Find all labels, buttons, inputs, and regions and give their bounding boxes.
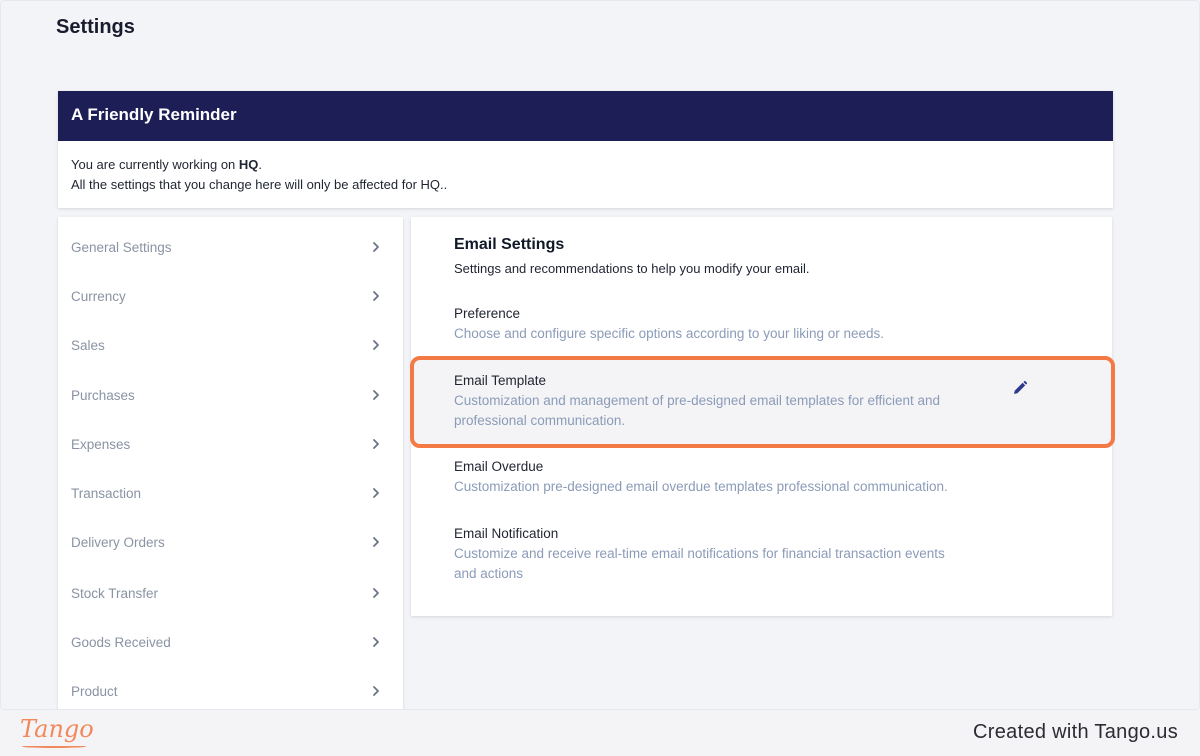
option-title: Email Overdue (454, 459, 544, 474)
option-title: Email Notification (454, 526, 559, 541)
section-title: Email Settings (454, 236, 565, 253)
option-email-template[interactable]: Email Template Customization and managem… (411, 360, 1112, 444)
option-description: Choose and configure specific options ac… (454, 326, 885, 341)
option-title: Email Template (454, 373, 547, 388)
sidebar-item-label: Expenses (71, 436, 131, 452)
footer-bar: Tango Created with Tango.us (0, 710, 1200, 756)
chevron-right-icon (369, 684, 383, 698)
sidebar-item-transaction[interactable]: Transaction (58, 473, 403, 513)
chevron-right-icon (369, 535, 383, 549)
page-title: Settings (56, 16, 135, 38)
option-description: Customize and receive real-time email no… (454, 546, 945, 581)
reminder-body: You are currently working on HQ. All the… (58, 141, 1113, 209)
chevron-right-icon (369, 388, 383, 402)
sidebar-item-label: Sales (71, 337, 105, 353)
chevron-right-icon (369, 240, 383, 254)
reminder-title: A Friendly Reminder (58, 91, 1113, 141)
sidebar-item-expenses[interactable]: Expenses (58, 424, 403, 464)
section-subtitle: Settings and recommendations to help you… (454, 261, 810, 276)
settings-sidebar: General Settings Currency Sales Purchase… (58, 217, 403, 709)
tango-logo-text: Tango (20, 715, 94, 743)
sidebar-item-product[interactable]: Product (58, 671, 403, 709)
sidebar-item-label: Currency (71, 288, 126, 304)
sidebar-item-label: Goods Received (71, 634, 171, 650)
chevron-right-icon (369, 486, 383, 500)
sidebar-item-currency[interactable]: Currency (58, 276, 403, 316)
sidebar-item-label: Transaction (71, 485, 142, 501)
reminder-line-1: You are currently working on HQ. (71, 155, 1100, 175)
sidebar-item-sales[interactable]: Sales (58, 325, 403, 365)
option-title: Preference (454, 306, 521, 321)
option-description: Customization and management of pre-desi… (454, 393, 941, 428)
chevron-right-icon (369, 635, 383, 649)
option-email-overdue[interactable]: Email Overdue Customization pre-designed… (411, 457, 1112, 497)
option-email-notification[interactable]: Email Notification Customize and receive… (411, 524, 1112, 584)
sidebar-item-label: Purchases (71, 387, 135, 403)
sidebar-item-label: Product (71, 683, 118, 699)
sidebar-item-stock-transfer[interactable]: Stock Transfer (58, 573, 403, 613)
reminder-line-1-prefix: You are currently working on (71, 157, 239, 172)
reminder-line-2: All the settings that you change here wi… (71, 177, 448, 192)
sidebar-item-delivery-orders[interactable]: Delivery Orders (58, 522, 403, 562)
pencil-icon[interactable] (1012, 380, 1028, 396)
sidebar-item-purchases[interactable]: Purchases (58, 375, 403, 415)
chevron-right-icon (369, 338, 383, 352)
chevron-right-icon (369, 586, 383, 600)
option-preference[interactable]: Preference Choose and configure specific… (411, 304, 1112, 344)
sidebar-item-label: Delivery Orders (71, 534, 165, 550)
sidebar-item-goods-received[interactable]: Goods Received (58, 622, 403, 662)
reminder-branch-name: HQ (238, 157, 259, 172)
sidebar-item-general-settings[interactable]: General Settings (58, 227, 403, 267)
chevron-right-icon (369, 289, 383, 303)
created-with-credit: Created with Tango.us (973, 721, 1178, 743)
option-description: Customization pre-designed email overdue… (454, 479, 948, 494)
reminder-panel: A Friendly Reminder You are currently wo… (58, 91, 1113, 208)
reminder-line-1-suffix: . (258, 157, 263, 172)
sidebar-item-label: General Settings (71, 239, 172, 255)
email-settings-card: Email Settings Settings and recommendati… (411, 217, 1112, 616)
sidebar-item-label: Stock Transfer (71, 585, 159, 601)
chevron-right-icon (369, 437, 383, 451)
tango-logo: Tango (20, 715, 94, 748)
app-frame: Settings A Friendly Reminder You are cur… (0, 0, 1200, 710)
logo-underline (22, 745, 86, 748)
